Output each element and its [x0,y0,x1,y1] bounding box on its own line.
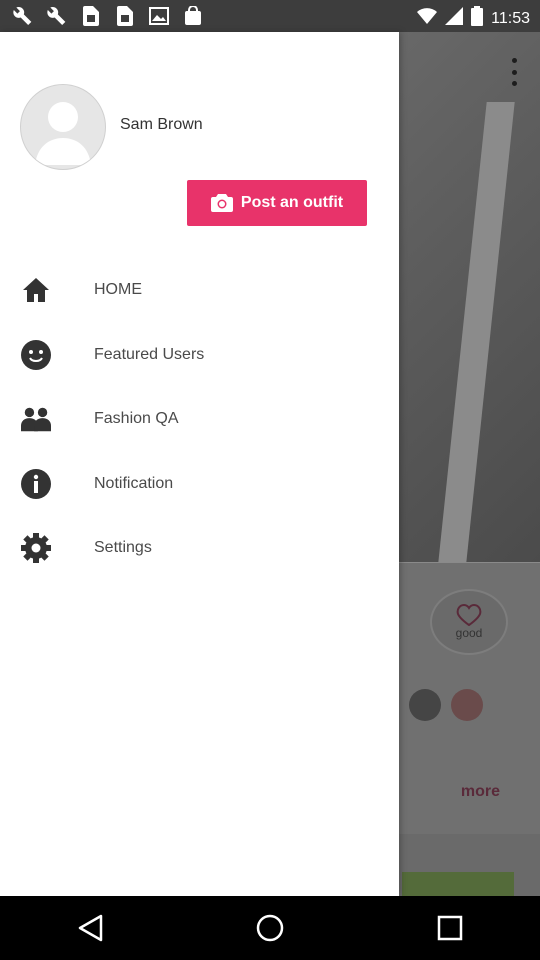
heart-icon [456,604,482,626]
group-icon [21,404,51,434]
menu-item-home[interactable]: HOME [0,258,399,323]
menu-item-label: Fashion QA [94,410,179,428]
wifi-icon [417,8,438,29]
status-time: 11:53 [491,9,530,27]
user-name: Sam Brown [120,116,203,133]
recents-icon [437,915,463,941]
navigation-drawer: Sam Brown Post an outfit HOME Featured U… [0,32,399,896]
sim-icon [80,6,102,26]
post-outfit-label: Post an outfit [240,194,344,211]
home-circle-icon [256,914,284,942]
menu-item-label: HOME [94,281,142,299]
sim-icon [114,6,136,26]
smiley-icon [21,339,51,370]
status-bar: 11:53 [0,0,540,32]
camera-icon [210,194,233,212]
profile-avatar[interactable] [20,84,106,170]
gear-icon [21,533,51,564]
more-link[interactable]: more [461,783,500,801]
menu-item-label: Featured Users [94,345,205,363]
menu-item-fashion-qa[interactable]: Fashion QA [0,387,399,452]
battery-icon [471,6,484,31]
drawer-menu: HOME Featured Users Fashion QA Notificat… [0,258,399,581]
system-nav-bar [0,896,540,960]
avatar[interactable] [409,689,441,721]
post-outfit-button[interactable]: Post an outfit [187,180,367,226]
menu-item-label: Settings [94,539,152,557]
wrench-icon [46,6,68,26]
info-icon [21,468,51,499]
menu-item-notification[interactable]: Notification [0,452,399,517]
signal-icon [445,7,464,30]
overflow-menu-icon[interactable] [510,58,518,86]
home-button[interactable] [246,904,294,952]
menu-item-label: Notification [94,474,174,492]
good-label: good [455,626,483,640]
home-icon [21,275,51,305]
match-button[interactable] [402,872,514,896]
shopping-bag-icon [182,6,204,26]
back-icon [78,914,103,942]
image-icon [148,6,170,26]
avatar[interactable] [451,689,483,721]
recents-button[interactable] [426,904,474,952]
wrench-icon [12,6,34,26]
menu-item-settings[interactable]: Settings [0,516,399,581]
back-button[interactable] [66,904,114,952]
menu-item-featured-users[interactable]: Featured Users [0,323,399,388]
good-button[interactable]: good [430,589,508,655]
